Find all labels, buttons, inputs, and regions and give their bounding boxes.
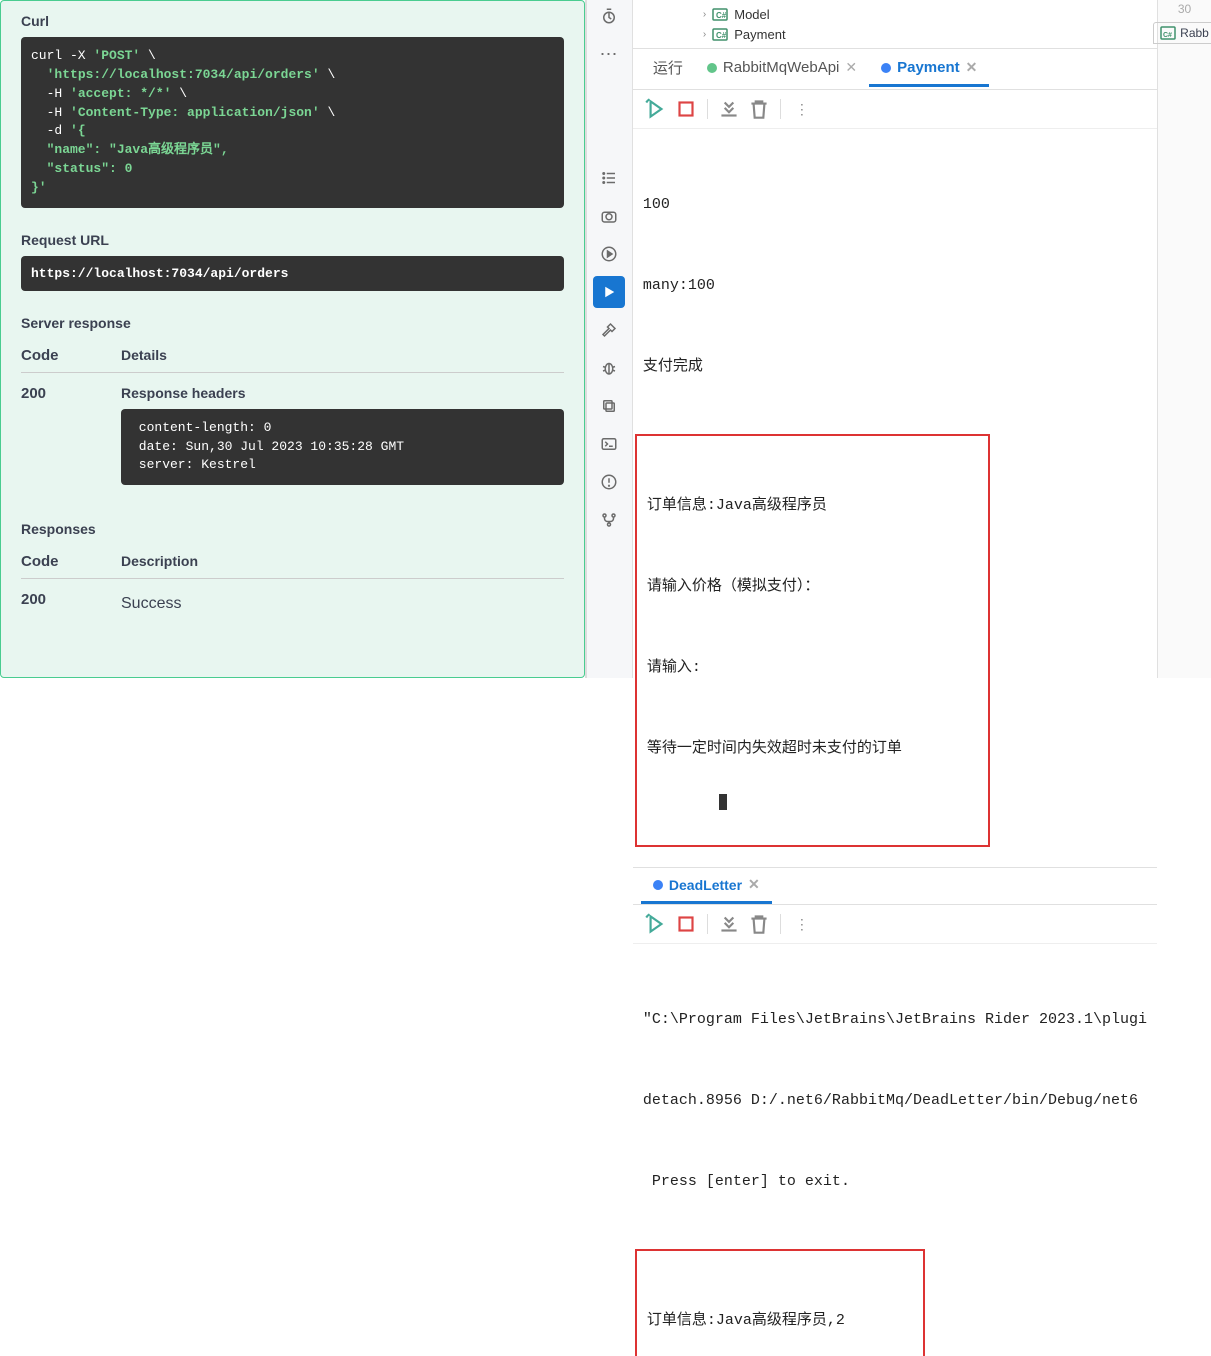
col-details-header: Details — [121, 347, 564, 364]
request-url-value[interactable]: https://localhost:7034/api/orders — [21, 256, 564, 291]
responses-label: Responses — [21, 521, 564, 537]
terminal-icon[interactable] — [593, 428, 625, 460]
trash-button[interactable] — [746, 911, 772, 937]
responses-description: Success — [121, 591, 564, 617]
col-description-header: Description — [121, 553, 564, 570]
console-toolbar: ⋮ — [633, 90, 1157, 129]
scroll-to-end-button[interactable] — [716, 96, 742, 122]
editor-gutter-right: 30 C#Rabb — [1157, 0, 1211, 678]
rerun-button[interactable] — [643, 911, 669, 937]
tab-run[interactable]: 运行 — [641, 49, 695, 89]
tree-item-model[interactable]: Model — [734, 7, 769, 22]
console-line: detach.8956 D:/.net6/RabbitMq/DeadLetter… — [643, 1087, 1147, 1114]
console-line: Press [enter] to exit. — [643, 1168, 1147, 1195]
copy-icon[interactable] — [593, 390, 625, 422]
play-circle-icon[interactable] — [593, 238, 625, 270]
console-line: 支付完成 — [643, 353, 1147, 380]
solution-tree[interactable]: › C# Model › C# Payment — [633, 0, 1157, 49]
more-icon[interactable]: ⋯ — [593, 38, 625, 70]
csharp-folder-icon: C# — [712, 26, 728, 42]
svg-text:C#: C# — [1163, 32, 1172, 39]
tab-payment[interactable]: Payment✕ — [869, 51, 989, 87]
console-line: 订单信息:Java高级程序员 — [647, 492, 978, 519]
list-icon[interactable] — [593, 162, 625, 194]
line-number: 30 — [1176, 0, 1193, 18]
console-line: "C:\Program Files\JetBrains\JetBrains Ri… — [643, 1006, 1147, 1033]
highlighted-output-1: 订单信息:Java高级程序员 请输入价格（模拟支付）： 请输入: 等待一定时间内… — [635, 434, 990, 847]
tab-rabbitmqwebapi[interactable]: RabbitMqWebApi✕ — [695, 51, 869, 87]
close-icon[interactable]: ✕ — [966, 59, 978, 76]
deadletter-console[interactable]: "C:\Program Files\JetBrains\JetBrains Ri… — [633, 944, 1157, 1249]
more-button[interactable]: ⋮ — [789, 911, 815, 937]
run-icon[interactable] — [593, 276, 625, 308]
scroll-to-end-button[interactable] — [716, 911, 742, 937]
highlighted-output-2: 订单信息:Java高级程序员,2 超时未支付 — [635, 1249, 925, 1356]
console-line: 请输入价格（模拟支付）： — [647, 573, 978, 600]
response-headers-label: Response headers — [121, 385, 564, 401]
status-dot-icon — [653, 880, 663, 890]
stopwatch-icon[interactable] — [593, 0, 625, 32]
warning-icon[interactable] — [593, 466, 625, 498]
run-tabs: 运行 RabbitMqWebApi✕ Payment✕ — [633, 49, 1157, 90]
console-line: 订单信息:Java高级程序员,2 — [647, 1307, 913, 1334]
bug-icon[interactable] — [593, 352, 625, 384]
col-code-header-2: Code — [21, 553, 121, 570]
cursor — [719, 794, 727, 810]
stop-button[interactable] — [673, 911, 699, 937]
deadletter-tabs: DeadLetter✕ — [633, 867, 1157, 905]
csharp-folder-icon: C# — [712, 6, 728, 22]
close-icon[interactable]: ✕ — [845, 59, 857, 76]
tree-item-payment[interactable]: Payment — [734, 27, 785, 42]
csharp-file-icon: C# — [1160, 25, 1176, 41]
camera-icon[interactable] — [593, 200, 625, 232]
response-code: 200 — [21, 385, 121, 486]
status-dot-icon — [881, 63, 891, 73]
trash-button[interactable] — [746, 96, 772, 122]
hammer-icon[interactable] — [593, 314, 625, 346]
status-dot-icon — [707, 63, 717, 73]
console-line: many:100 — [643, 272, 1147, 299]
rerun-button[interactable] — [643, 96, 669, 122]
responses-code: 200 — [21, 591, 121, 617]
ide-panel: › C# Model › C# Payment 运行 RabbitMqWebApi✕ P… — [633, 0, 1211, 678]
console-line: 等待一定时间内失效超时未支付的订单 — [647, 735, 978, 762]
request-url-label: Request URL — [21, 232, 564, 248]
more-button[interactable]: ⋮ — [789, 96, 815, 122]
console-line: 100 — [643, 191, 1147, 218]
payment-console[interactable]: 100 many:100 支付完成 — [633, 129, 1157, 434]
svg-text:C#: C# — [716, 11, 727, 20]
chevron-right-icon[interactable]: › — [703, 9, 706, 20]
tab-deadletter[interactable]: DeadLetter✕ — [641, 868, 772, 904]
ide-tool-gutter: ⋯ — [586, 0, 633, 678]
stop-button[interactable] — [673, 96, 699, 122]
console-line: 请输入: — [647, 654, 978, 681]
console-toolbar-2: ⋮ — [633, 905, 1157, 944]
git-branch-icon[interactable] — [593, 504, 625, 536]
curl-code[interactable]: curl -X 'POST' \ 'https://localhost:7034… — [21, 37, 564, 208]
swagger-response-panel: Curl curl -X 'POST' \ 'https://localhost… — [0, 0, 586, 678]
close-icon[interactable]: ✕ — [748, 876, 760, 893]
rabb-tab[interactable]: C#Rabb — [1153, 22, 1211, 44]
svg-text:C#: C# — [716, 31, 727, 40]
chevron-right-icon[interactable]: › — [703, 29, 706, 40]
response-headers[interactable]: content-length: 0 date: Sun,30 Jul 2023 … — [121, 409, 564, 486]
server-response-label: Server response — [21, 315, 564, 331]
curl-label: Curl — [21, 13, 564, 29]
col-code-header: Code — [21, 347, 121, 364]
